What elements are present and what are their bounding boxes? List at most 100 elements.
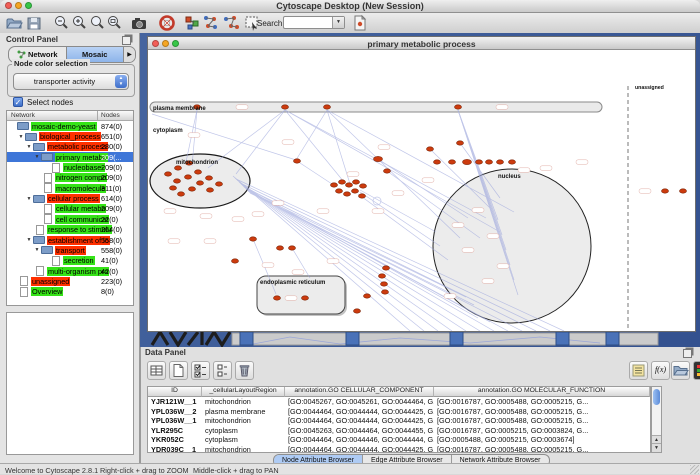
tabs-overflow-arrow[interactable]: ▶ (123, 47, 135, 62)
table-cell[interactable]: [GO:0044464, GO:0044444, GO:0044425, G..… (285, 416, 434, 426)
disclosure-triangle-icon[interactable]: ▼ (25, 144, 33, 150)
table-cell[interactable]: [GO:0016787, GO:0005488, GO:0005215, G..… (434, 407, 650, 417)
tree-node-label[interactable]: cellular metabo (55, 204, 106, 213)
tree-node-label[interactable]: unassigned (31, 277, 70, 286)
table-cell[interactable]: cytoplasm (202, 426, 285, 436)
data-panel-float-icon[interactable] (683, 349, 692, 358)
resize-grip[interactable] (690, 465, 699, 474)
tree-row[interactable]: response to stimulu264(0) (7, 225, 133, 235)
vizmapper-icon[interactable] (183, 14, 201, 32)
table-cell[interactable]: [GO:0045267, GO:0045261, GO:0044464, G..… (285, 397, 434, 407)
save-icon[interactable] (25, 14, 43, 32)
import-attributes-icon[interactable] (671, 361, 690, 380)
tree-node-label[interactable]: macromolecule (55, 184, 106, 193)
advanced-search-icon[interactable] (351, 14, 369, 32)
tree-row[interactable]: Overview8(0) (7, 287, 133, 297)
tree-node-label[interactable]: nucleobase- (63, 163, 105, 172)
table-cell[interactable]: YPL036W__1 (148, 416, 202, 426)
tree-node-label[interactable]: cellular process (47, 194, 100, 203)
tree-row[interactable]: ▼cellular process614(0) (7, 193, 133, 203)
zoom-selected-icon[interactable] (88, 14, 106, 32)
tree-row[interactable]: ▼primary metabo209(... (7, 152, 133, 162)
table-cell[interactable]: [GO:0016787, GO:0005488, GO:0005215, G..… (434, 445, 650, 454)
tree-row[interactable]: mosaic-demo-yeast874(0) (7, 121, 133, 131)
tree-row[interactable]: multi-organism pro42(0) (7, 266, 133, 276)
table-column-header[interactable]: ID (148, 387, 202, 397)
table-cell[interactable]: [GO:0016787, GO:0005488, GO:0005215, G..… (434, 397, 650, 407)
tree-node-label[interactable]: metabolic process (47, 142, 108, 151)
table-cell[interactable]: [GO:0016787, GO:0005215, GO:0003824, G..… (434, 426, 650, 436)
network-window-titlebar[interactable]: primary metabolic process (148, 37, 695, 50)
tree-row[interactable]: ▼metabolic process280(0) (7, 142, 133, 152)
attribute-table-icon[interactable] (147, 361, 166, 380)
tree-node-label[interactable]: biological_process (39, 132, 101, 141)
zoom-fit-icon[interactable] (105, 14, 123, 32)
table-cell[interactable]: plasma membrane (202, 407, 285, 417)
tree-node-label[interactable]: primary metabo (55, 153, 108, 162)
unselect-attributes-icon[interactable] (213, 361, 232, 380)
zoom-in-icon[interactable] (70, 14, 88, 32)
disclosure-triangle-icon[interactable]: ▼ (17, 134, 25, 140)
tree-row[interactable]: ▼biological_process651(0) (7, 131, 133, 141)
tree-row[interactable]: ▼transport558(0) (7, 245, 133, 255)
attribute-list-icon[interactable] (629, 361, 648, 380)
disclosure-triangle-icon[interactable]: ▼ (25, 237, 33, 243)
table-cell[interactable]: [GO:0044464, GO:0044446, GO:0044444, G..… (285, 435, 434, 445)
layout-network-icon[interactable] (201, 14, 219, 32)
table-cell[interactable]: YJR121W__1 (148, 397, 202, 407)
table-column-header[interactable]: annotation.GO MOLECULAR_FUNCTION (434, 387, 650, 397)
tree-node-label[interactable]: Overview (31, 287, 63, 296)
search-dropdown-arrow[interactable]: ▼ (332, 17, 344, 28)
tree-node-label[interactable]: nitrogen compo (55, 173, 107, 182)
search-input[interactable]: ▼ (283, 16, 345, 29)
disclosure-triangle-icon[interactable]: ▼ (25, 196, 33, 202)
tree-row[interactable]: unassigned223(0) (7, 276, 133, 286)
table-cell[interactable]: mitochondrion (202, 416, 285, 426)
table-cell[interactable]: [GO:0045263, GO:0044464, GO:0044455, G..… (285, 426, 434, 436)
tree-row[interactable]: secretion41(0) (7, 256, 133, 266)
function-builder-icon[interactable]: f(x) (651, 361, 670, 380)
network-canvas[interactable]: plasma membrane cytoplasm mitochondrion … (148, 50, 695, 331)
table-cell[interactable]: YPL036W__2 (148, 407, 202, 417)
select-nodes-checkbox[interactable]: ✓ (13, 97, 23, 107)
zoom-out-icon[interactable] (52, 14, 70, 32)
tree-row[interactable]: cell communicat22(0) (7, 214, 133, 224)
table-cell[interactable]: YDR039C__1 (148, 445, 202, 454)
table-vertical-scrollbar[interactable]: ▲ ▼ (651, 386, 662, 453)
table-cell[interactable]: [GO:0016787, GO:0005488, GO:0005215, G..… (434, 416, 650, 426)
attribute-table[interactable]: ID_cellularLayoutRegionannotation.GO CEL… (147, 386, 651, 453)
delete-attribute-icon[interactable] (235, 361, 254, 380)
table-column-header[interactable]: annotation.GO CELLULAR_COMPONENT (285, 387, 434, 397)
new-attribute-icon[interactable] (169, 361, 188, 380)
float-panel-icon[interactable] (122, 36, 131, 45)
table-cell[interactable]: [GO:0044464, GO:0044444, GO:0044425, G..… (285, 445, 434, 454)
tree-row[interactable]: macromolecule311(0) (7, 183, 133, 193)
tree-row[interactable]: cellular metabo209(0) (7, 204, 133, 214)
tree-node-label[interactable]: mosaic-demo-yeast (31, 122, 97, 131)
tree-row[interactable]: ▼establishment of lo558(0) (7, 235, 133, 245)
layout-network-alt-icon[interactable] (222, 14, 240, 32)
table-cell[interactable]: [GO:0044464, GO:0044444, GO:0044425, G..… (285, 407, 434, 417)
open-file-icon[interactable] (5, 14, 23, 32)
select-attributes-icon[interactable] (191, 361, 210, 380)
tree-row[interactable]: nitrogen compo209(0) (7, 173, 133, 183)
matrix-icon[interactable] (693, 361, 700, 380)
table-cell[interactable]: YLR295C (148, 426, 202, 436)
scrollbar-thumb[interactable] (653, 389, 660, 405)
disclosure-triangle-icon[interactable]: ▼ (33, 247, 41, 253)
table-column-header[interactable]: _cellularLayoutRegion (202, 387, 285, 397)
tree-node-label[interactable]: transport (55, 246, 86, 255)
help-ring-icon[interactable] (158, 14, 176, 32)
table-cell[interactable]: cytoplasm (202, 435, 285, 445)
scroll-down-arrow[interactable]: ▼ (652, 443, 661, 452)
camera-icon[interactable] (130, 14, 148, 32)
disclosure-triangle-icon[interactable]: ▼ (33, 154, 41, 160)
table-cell[interactable]: [GO:0005488, GO:0005215, GO:0003674] (434, 435, 650, 445)
tree-row[interactable]: nucleobase-209(0) (7, 162, 133, 172)
tree-node-label[interactable]: secretion (63, 256, 95, 265)
table-cell[interactable]: YKR052C (148, 435, 202, 445)
node-color-dropdown[interactable]: transporter activity ▲▼ (13, 73, 129, 90)
table-cell[interactable]: mitochondrion (202, 445, 285, 454)
table-cell[interactable]: mitochondrion (202, 397, 285, 407)
birdseye-view-panel[interactable] (6, 312, 134, 455)
